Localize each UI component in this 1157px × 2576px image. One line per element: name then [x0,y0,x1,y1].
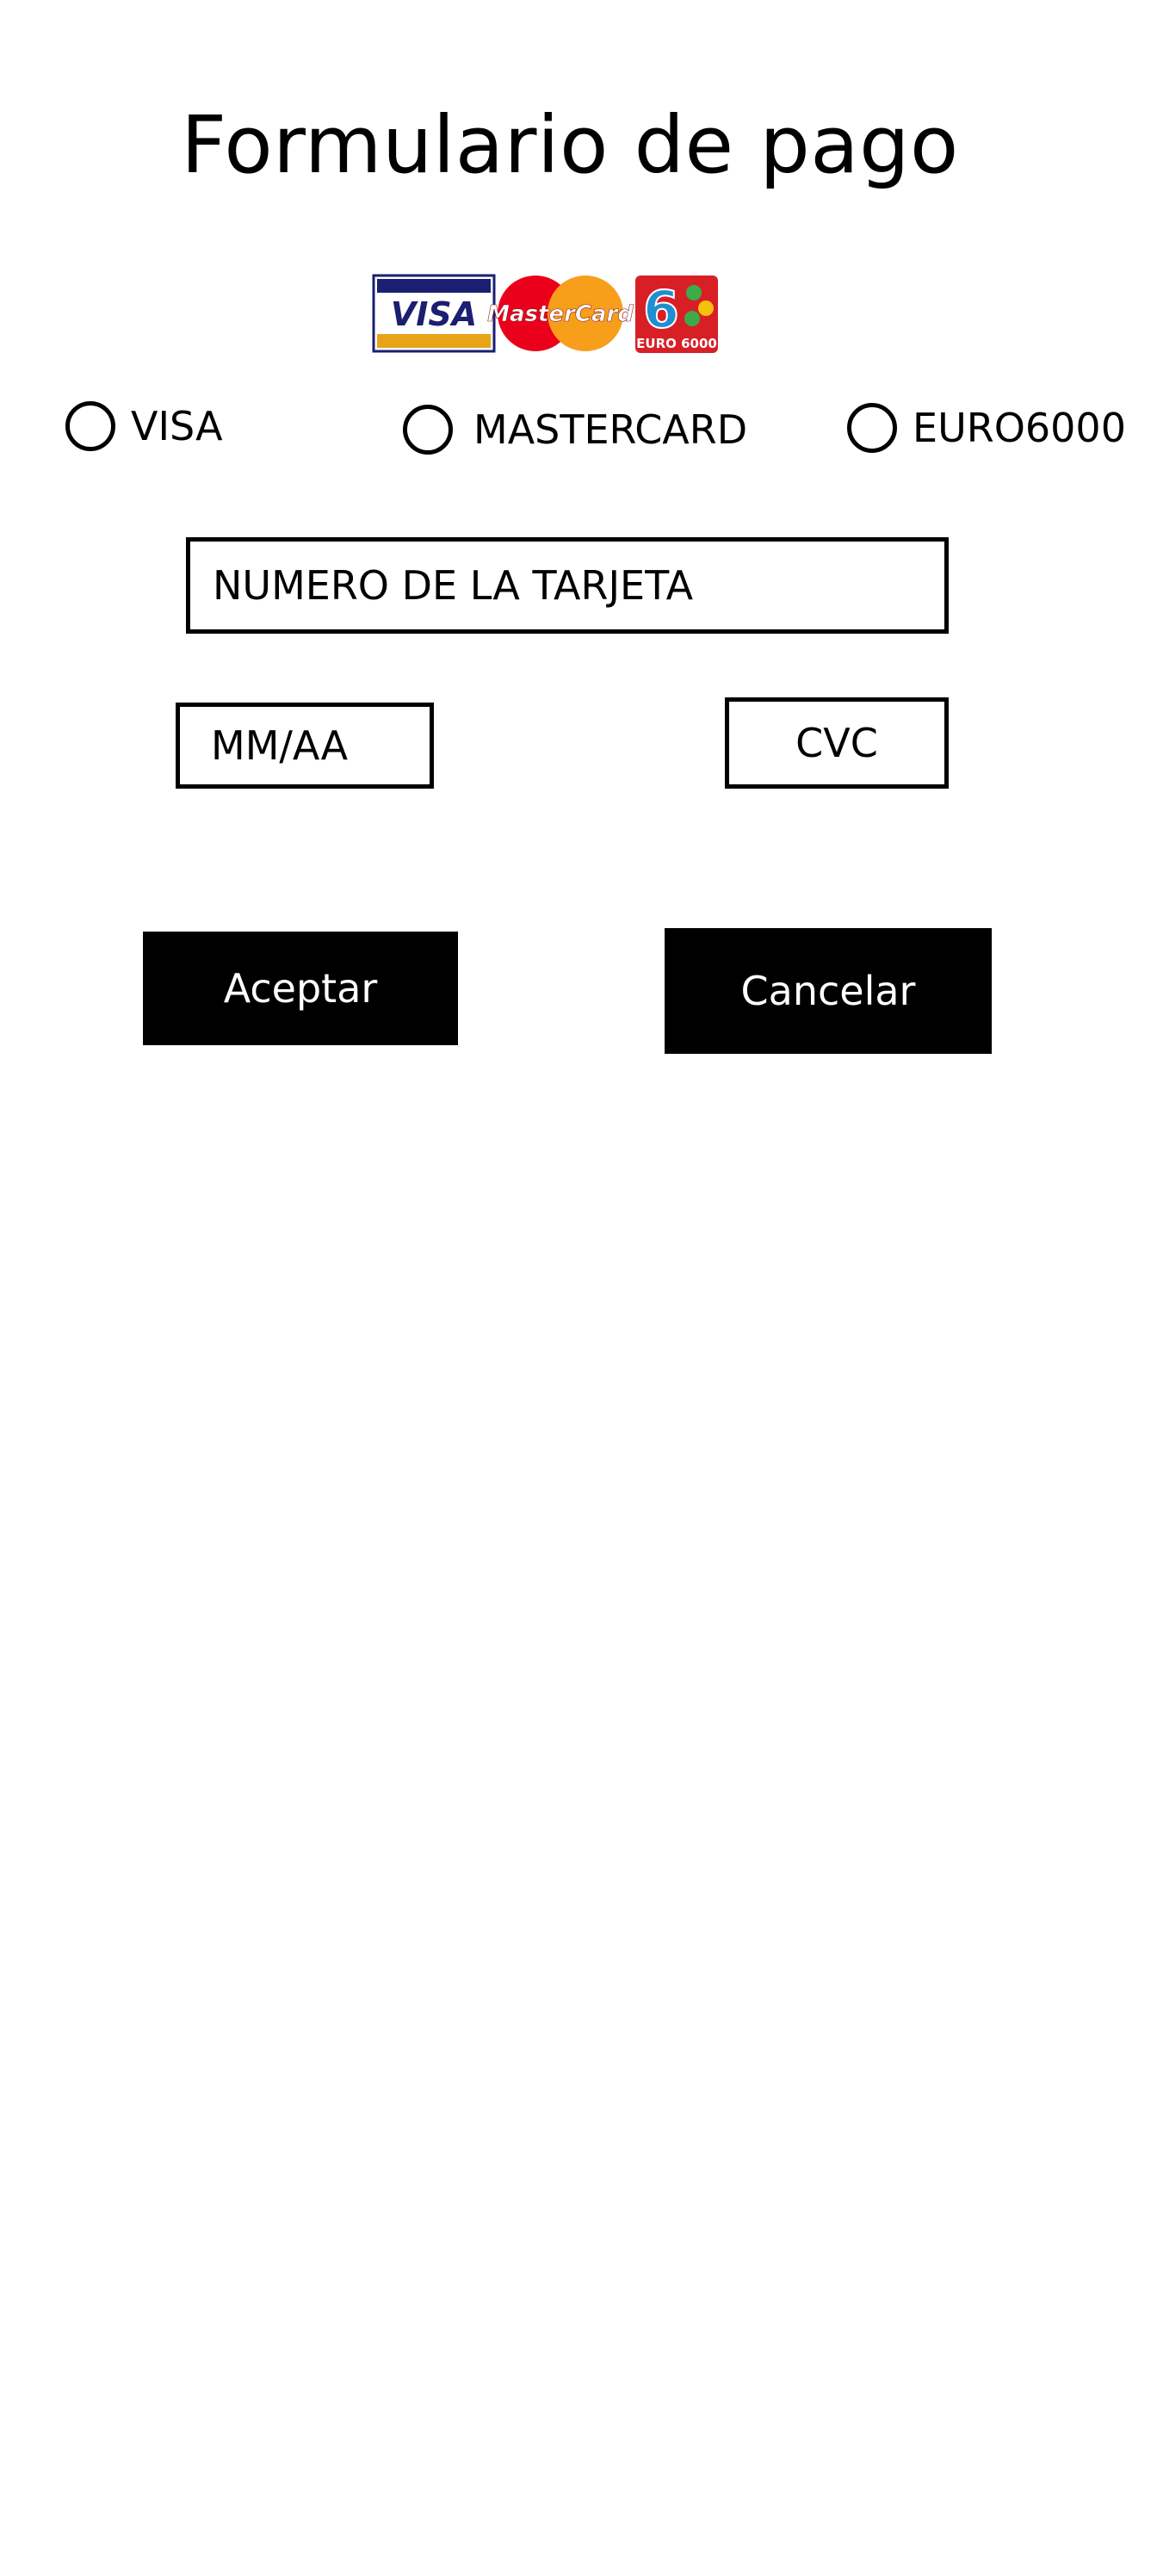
euro6000-logo-icon: 6 EURO 6000 [635,276,718,353]
cvc-placeholder: CVC [795,720,878,766]
expiry-date-placeholder: MM/AA [211,722,349,769]
radio-label-euro6000: EURO6000 [913,405,1126,451]
visa-logo-text: VISA [391,295,477,333]
card-number-placeholder: NUMERO DE LA TARJETA [213,562,694,609]
radio-button-visa[interactable] [65,401,115,451]
page-title: Formulario de pago [181,99,959,191]
card-logos: VISA MasterCard 6 EURO 6000 [372,274,723,355]
euro6000-logo-numeral: 6 [643,280,679,340]
cancel-button[interactable]: Cancelar [665,928,992,1054]
euro6000-logo-text: EURO 6000 [636,336,717,351]
radio-button-euro6000[interactable] [847,403,897,453]
radio-option-euro6000[interactable]: EURO6000 [847,403,1126,453]
radio-option-mastercard[interactable]: MASTERCARD [403,405,747,455]
visa-logo-icon: VISA [372,274,496,353]
mastercard-logo-text: MasterCard [487,301,634,327]
cvc-field[interactable]: CVC [725,697,949,789]
card-number-field[interactable]: NUMERO DE LA TARJETA [186,537,949,634]
radio-label-mastercard: MASTERCARD [473,406,748,453]
accept-button[interactable]: Aceptar [143,932,458,1045]
radio-button-mastercard[interactable] [403,405,453,455]
radio-label-visa: VISA [131,403,223,449]
accept-button-label: Aceptar [223,965,378,1012]
cancel-button-label: Cancelar [740,968,916,1014]
expiry-date-field[interactable]: MM/AA [176,703,434,789]
radio-option-visa[interactable]: VISA [65,401,223,451]
mastercard-logo-icon: MasterCard [487,276,634,351]
